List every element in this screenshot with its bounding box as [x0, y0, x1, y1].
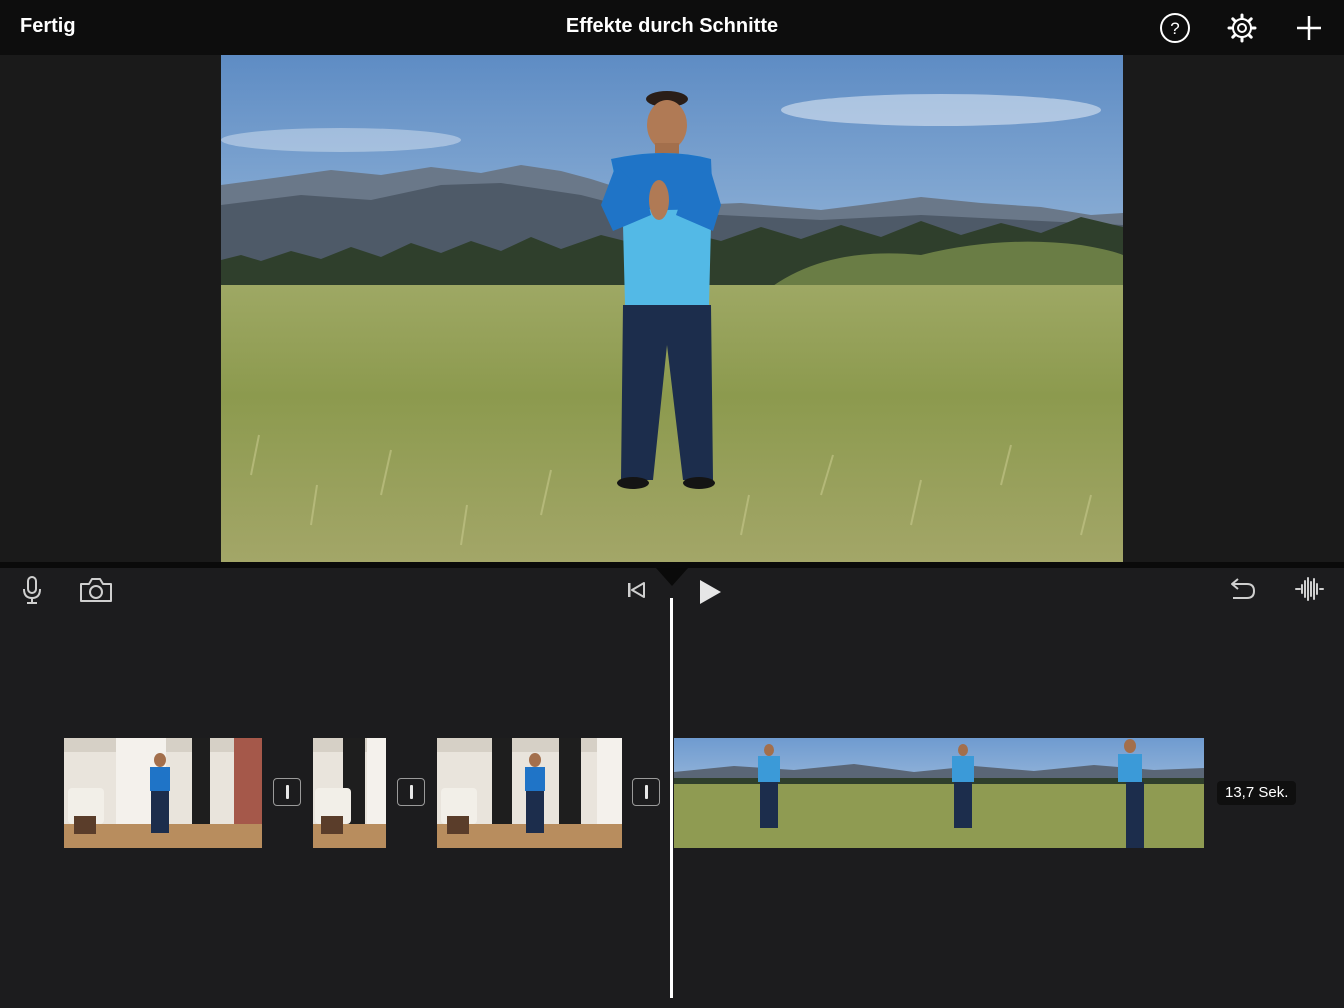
microphone-icon[interactable]	[18, 574, 46, 606]
settings-gear-icon[interactable]	[1225, 11, 1259, 45]
top-bar: Fertig Effekte durch Schnitte ?	[0, 0, 1344, 55]
video-preview[interactable]	[221, 55, 1123, 562]
transition-bar	[644, 785, 648, 799]
play-icon[interactable]	[694, 576, 726, 608]
transition-2[interactable]	[397, 778, 425, 806]
project-title: Effekte durch Schnitte	[565, 15, 779, 37]
clip-duration-badge: 13,7 Sek.	[1217, 781, 1297, 805]
transition-1[interactable]	[273, 778, 301, 806]
audio-waveform-icon[interactable]	[1292, 574, 1326, 604]
undo-icon[interactable]	[1225, 574, 1259, 604]
transition-bar	[285, 785, 289, 799]
camera-icon[interactable]	[77, 574, 115, 606]
plus-icon[interactable]	[1292, 11, 1326, 45]
clip-4-outdoor[interactable]	[674, 738, 1204, 848]
clip-1-indoor[interactable]	[64, 738, 262, 848]
transition-bar	[409, 785, 413, 799]
svg-text:?: ?	[1170, 19, 1179, 38]
transition-3[interactable]	[632, 778, 660, 806]
done-button[interactable]: Fertig	[20, 15, 76, 38]
playhead-line[interactable]	[670, 598, 673, 998]
video-viewer	[0, 55, 1344, 562]
skip-to-start-icon[interactable]	[622, 578, 650, 602]
clip-3-indoor[interactable]	[437, 738, 622, 848]
playhead-marker	[656, 568, 688, 586]
clip-2-indoor[interactable]	[313, 738, 386, 848]
help-icon[interactable]: ?	[1158, 11, 1192, 45]
